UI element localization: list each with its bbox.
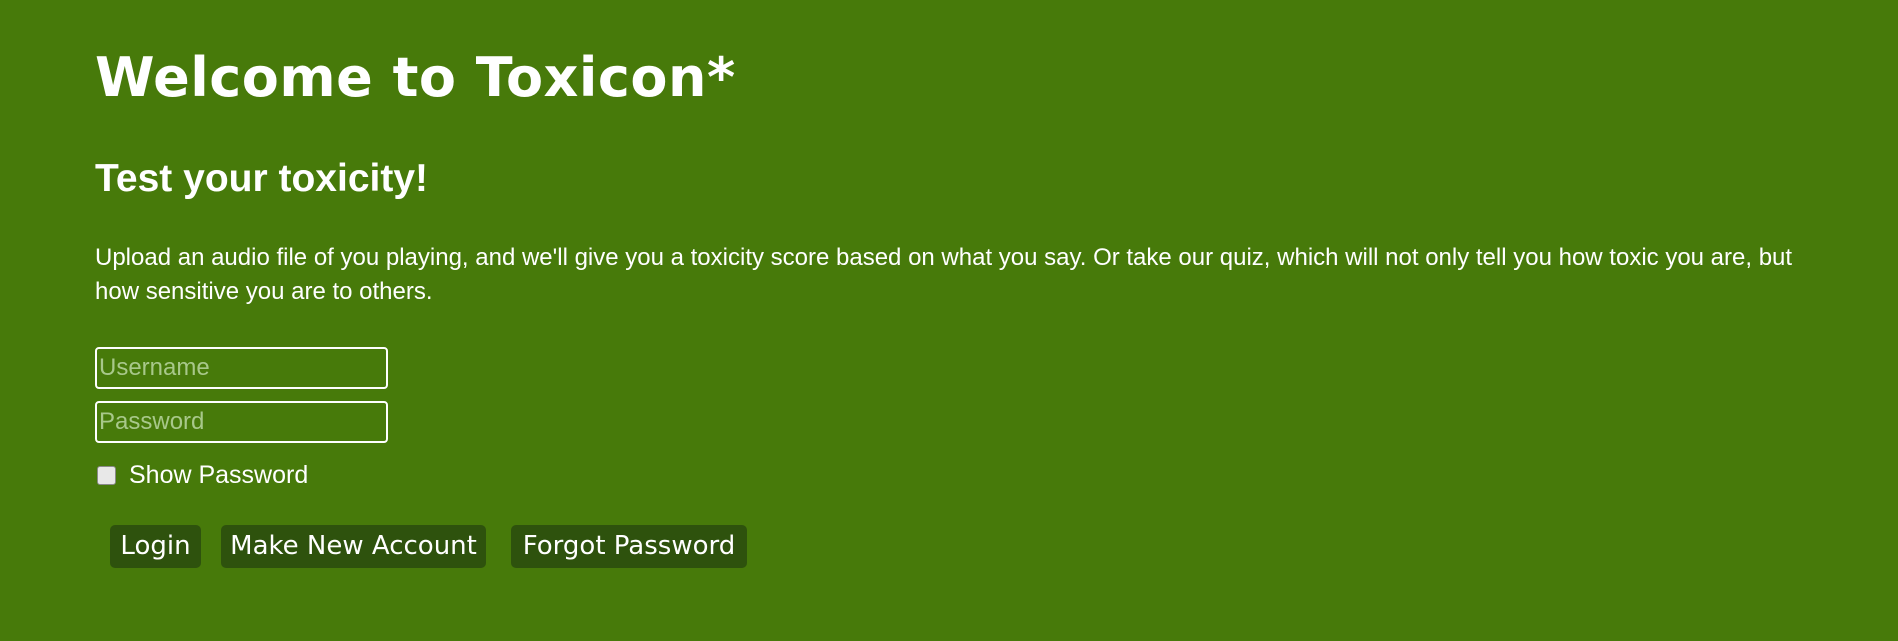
make-new-account-button[interactable]: Make New Account xyxy=(221,525,486,568)
page-subtitle: Test your toxicity! xyxy=(95,157,429,200)
password-input[interactable] xyxy=(95,401,388,443)
intro-description: Upload an audio file of you playing, and… xyxy=(95,244,1793,305)
username-input[interactable] xyxy=(95,347,388,389)
login-button[interactable]: Login xyxy=(110,525,201,568)
forgot-password-button[interactable]: Forgot Password xyxy=(511,525,747,568)
show-password-row[interactable]: Show Password xyxy=(95,462,308,488)
show-password-label[interactable]: Show Password xyxy=(129,462,308,488)
page-title: Welcome to Toxicon* xyxy=(95,46,736,109)
show-password-checkbox[interactable] xyxy=(97,465,116,485)
